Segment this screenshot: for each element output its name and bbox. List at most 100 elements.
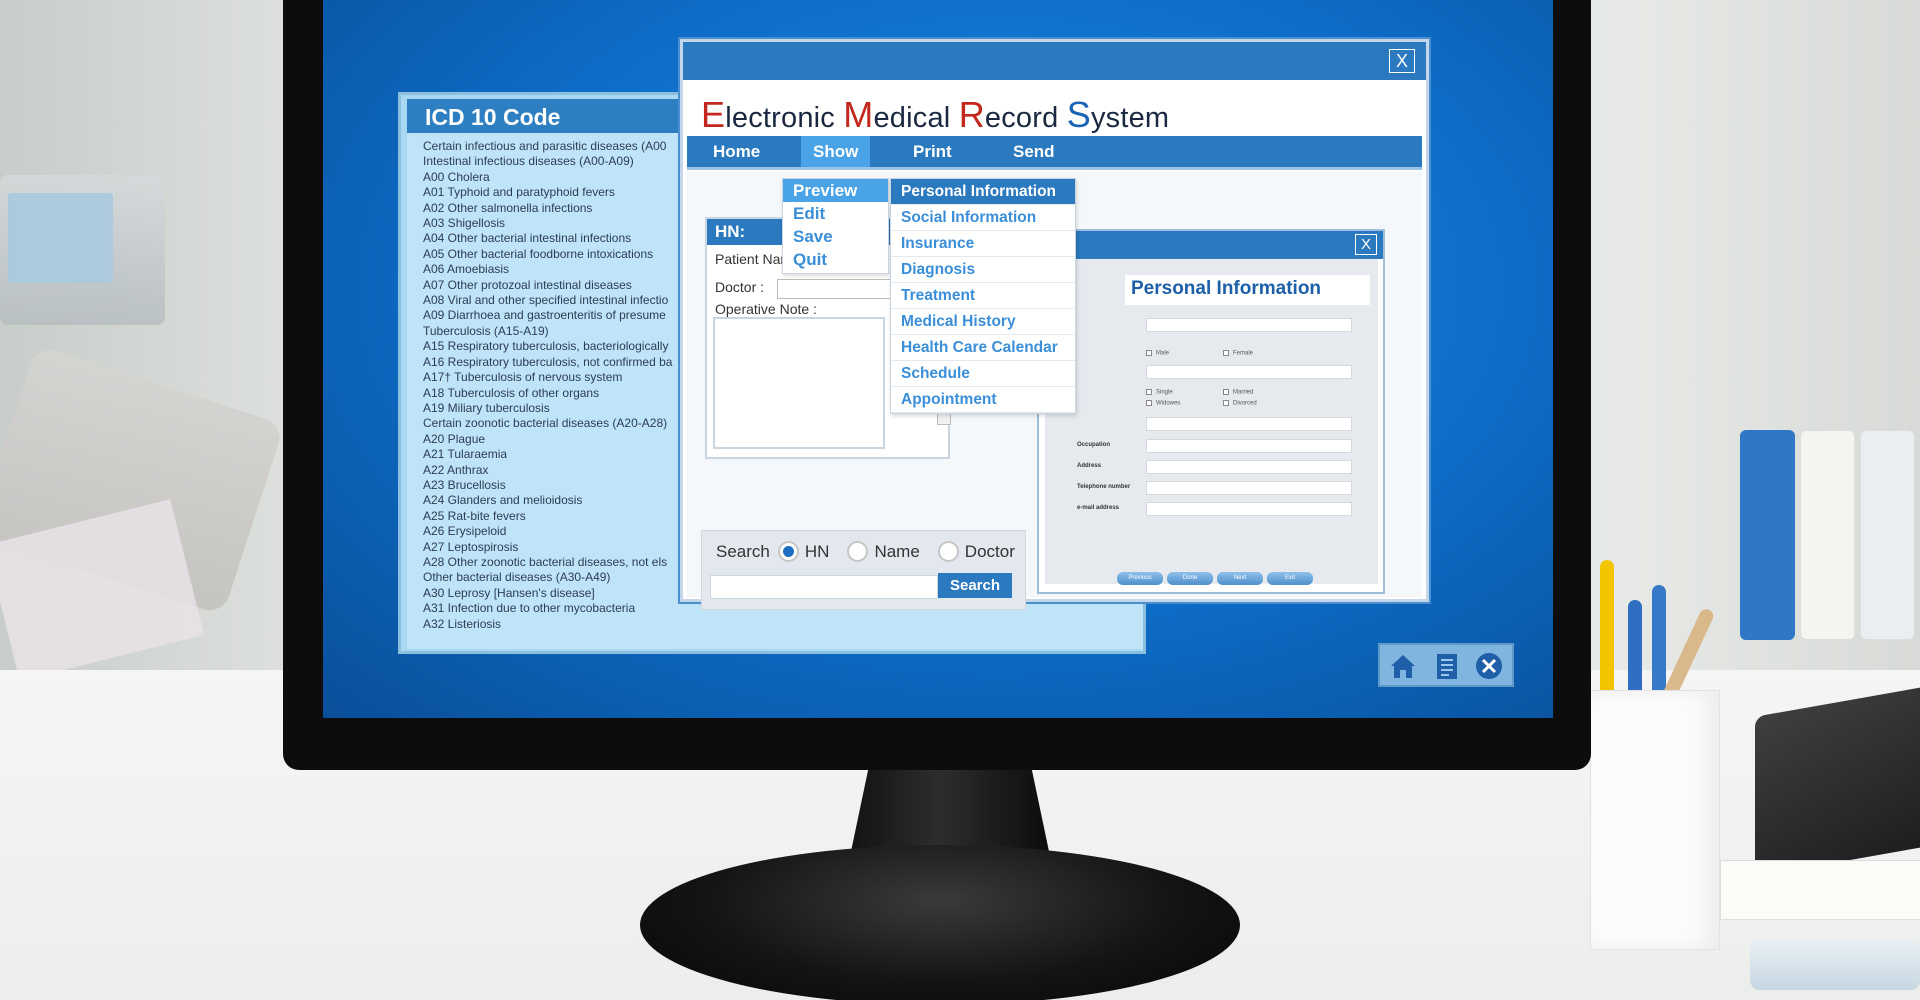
divorced-checkbox[interactable]: Divorced <box>1223 400 1257 407</box>
icd-list-item[interactable]: A24 Glanders and melioidosis <box>423 493 685 508</box>
previous-button[interactable]: Previous <box>1117 572 1163 585</box>
icd-list-item[interactable]: A17† Tuberculosis of nervous system <box>423 370 685 385</box>
done-button[interactable]: Done <box>1167 572 1213 585</box>
menu-item-preview[interactable]: Preview <box>783 179 888 202</box>
menu-show[interactable]: Show <box>801 136 871 167</box>
icd-list-item[interactable]: A32 Listeriosis <box>423 617 685 632</box>
next-button[interactable]: Next <box>1217 572 1263 585</box>
icd-list-item[interactable]: Intestinal infectious diseases (A00-A09) <box>423 154 685 169</box>
title-letter-e: E <box>701 94 726 135</box>
emr-content-area: HN: Patient Name Doctor : Operative Note… <box>687 172 1422 610</box>
binder-white <box>1800 430 1855 640</box>
device-screen <box>8 193 113 283</box>
icd-list-item[interactable]: A09 Diarrhoea and gastroenteritis of pre… <box>423 308 685 323</box>
menu-print[interactable]: Print <box>913 136 952 167</box>
title-letter-s: S <box>1066 94 1091 135</box>
operative-note-label: Operative Note : <box>715 301 817 317</box>
icd-code-list: Certain infectious and parasitic disease… <box>423 139 685 632</box>
icd-list-item[interactable]: A08 Viral and other specified intestinal… <box>423 293 685 308</box>
icd-list-item[interactable]: Certain infectious and parasitic disease… <box>423 139 685 154</box>
icd-list-item[interactable]: A21 Tularaemia <box>423 447 685 462</box>
female-checkbox[interactable]: Female <box>1223 350 1253 357</box>
emr-title-bar: X <box>683 42 1426 80</box>
external-hard-drive <box>1755 683 1920 877</box>
monitor-stand-base <box>640 845 1240 1000</box>
pi-field-3[interactable] <box>1146 417 1352 431</box>
icd-list-item[interactable]: A28 Other zoonotic bacterial diseases, n… <box>423 555 685 570</box>
icd-list-item[interactable]: A04 Other bacterial intestinal infection… <box>423 231 685 246</box>
radio-doctor[interactable] <box>937 541 959 562</box>
binder-blue <box>1740 430 1795 640</box>
search-button[interactable]: Search <box>938 573 1012 598</box>
icd-list-item[interactable]: A31 Infection due to other mycobacteria <box>423 601 685 616</box>
icd-list-item[interactable]: A02 Other salmonella infections <box>423 201 685 216</box>
radio-hn[interactable] <box>777 541 799 562</box>
home-icon[interactable] <box>1388 651 1418 681</box>
close-circle-icon[interactable] <box>1474 651 1504 681</box>
icd-list-item[interactable]: A05 Other bacterial foodborne intoxicati… <box>423 247 685 262</box>
submenu-medical-history[interactable]: Medical History <box>891 309 1075 335</box>
show-dropdown-menu: Preview Edit Save Quit <box>782 178 889 274</box>
search-label: Search <box>716 541 770 561</box>
icd-list-item[interactable]: A06 Amoebiasis <box>423 262 685 277</box>
radio-name-label: Name <box>874 541 920 561</box>
submenu-personal-information[interactable]: Personal Information <box>891 179 1075 205</box>
search-panel: Search HN Name Doctor Search <box>701 530 1026 610</box>
married-checkbox[interactable]: Married <box>1223 389 1253 396</box>
submenu-diagnosis[interactable]: Diagnosis <box>891 257 1075 283</box>
icd-list-item[interactable]: A01 Typhoid and paratyphoid fevers <box>423 185 685 200</box>
menu-item-quit[interactable]: Quit <box>783 248 888 271</box>
pi-field-1[interactable] <box>1146 318 1352 332</box>
submenu-social-information[interactable]: Social Information <box>891 205 1075 231</box>
submenu-appointment[interactable]: Appointment <box>891 387 1075 413</box>
address-field[interactable] <box>1146 460 1352 474</box>
icd-list-item[interactable]: Other bacterial diseases (A30-A49) <box>423 570 685 585</box>
submenu-treatment[interactable]: Treatment <box>891 283 1075 309</box>
icd-list-item[interactable]: Tuberculosis (A15-A19) <box>423 324 685 339</box>
menu-send[interactable]: Send <box>1013 136 1055 167</box>
pi-field-2[interactable] <box>1146 365 1352 379</box>
occupation-field[interactable] <box>1146 439 1352 453</box>
submenu-health-care-calendar[interactable]: Health Care Calendar <box>891 335 1075 361</box>
male-checkbox[interactable]: Male <box>1146 350 1169 357</box>
icd-window-title: ICD 10 Code <box>407 99 707 133</box>
personal-info-window: X Personal Information Male Female Singl… <box>1037 229 1385 594</box>
icd-list-item[interactable]: Certain zoonotic bacterial diseases (A20… <box>423 416 685 431</box>
search-input[interactable] <box>710 575 938 599</box>
personal-info-close-button[interactable]: X <box>1355 234 1377 255</box>
telephone-field[interactable] <box>1146 481 1352 495</box>
icd-list-item[interactable]: A27 Leptospirosis <box>423 540 685 555</box>
menu-item-save[interactable]: Save <box>783 225 888 248</box>
icd-list-item[interactable]: A07 Other protozoal intestinal diseases <box>423 278 685 293</box>
operative-note-textarea[interactable] <box>713 317 885 449</box>
submenu-insurance[interactable]: Insurance <box>891 231 1075 257</box>
usb-stick <box>1750 940 1920 990</box>
document-icon[interactable] <box>1432 651 1462 681</box>
emr-app-title: Electronic Medical Record System <box>701 94 1169 136</box>
radio-name[interactable] <box>847 541 869 562</box>
submenu-schedule[interactable]: Schedule <box>891 361 1075 387</box>
icd-list-item[interactable]: A20 Plague <box>423 432 685 447</box>
icd-list-item[interactable]: A25 Rat-bite fevers <box>423 509 685 524</box>
icd-list-item[interactable]: A15 Respiratory tuberculosis, bacteriolo… <box>423 339 685 354</box>
menu-home[interactable]: Home <box>713 136 760 167</box>
emr-close-button[interactable]: X <box>1389 49 1415 73</box>
preview-submenu: Personal Information Social Information … <box>890 178 1076 414</box>
icd-list-item[interactable]: A18 Tuberculosis of other organs <box>423 386 685 401</box>
single-checkbox[interactable]: Single <box>1146 389 1173 396</box>
icd-list-item[interactable]: A23 Brucellosis <box>423 478 685 493</box>
exit-button[interactable]: Exit <box>1267 572 1313 585</box>
icd-list-item[interactable]: A26 Erysipeloid <box>423 524 685 539</box>
background-medical-device <box>0 175 165 325</box>
icd-list-item[interactable]: A22 Anthrax <box>423 463 685 478</box>
doctor-label: Doctor : <box>715 279 765 295</box>
icd-list-item[interactable]: A03 Shigellosis <box>423 216 685 231</box>
widowes-checkbox[interactable]: Widowes <box>1146 400 1180 407</box>
menu-item-edit[interactable]: Edit <box>783 202 888 225</box>
icd-list-item[interactable]: A19 Miliary tuberculosis <box>423 401 685 416</box>
icd-list-item[interactable]: A30 Leprosy [Hansen's disease] <box>423 586 685 601</box>
email-field[interactable] <box>1146 502 1352 516</box>
title-letter-m: M <box>843 94 874 135</box>
icd-list-item[interactable]: A00 Cholera <box>423 170 685 185</box>
icd-list-item[interactable]: A16 Respiratory tuberculosis, not confir… <box>423 355 685 370</box>
